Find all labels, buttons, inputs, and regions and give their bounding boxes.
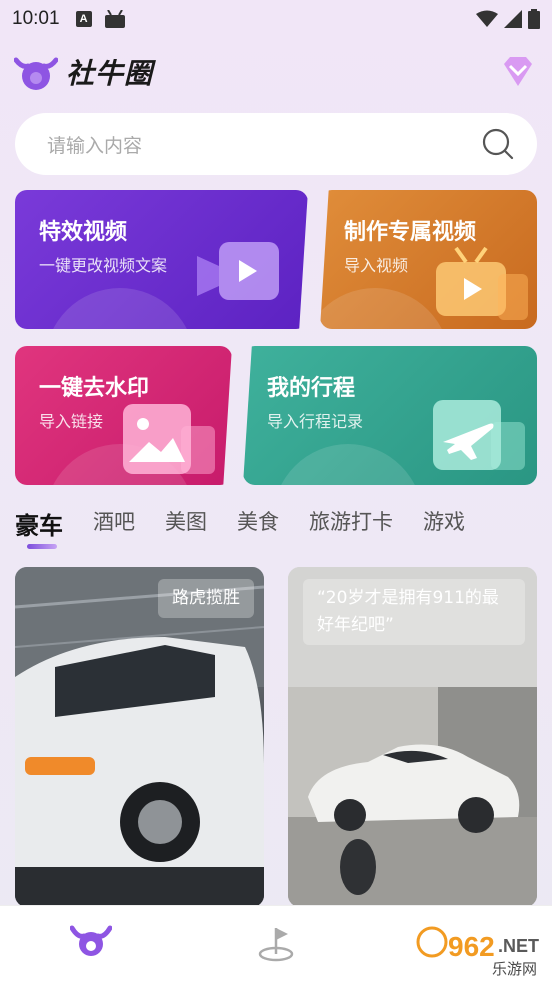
search-input[interactable]: 请输入内容 [47,131,142,158]
status-right [476,9,540,29]
vip-diamond-icon[interactable] [498,54,538,90]
tab-luxury-cars[interactable]: 豪车 [15,506,63,541]
font-notification-icon: A [75,11,92,27]
card-subtitle: 一键更改视频文案 [39,256,168,275]
tab-food[interactable]: 美食 [237,506,279,536]
site-watermark-logo: 962 .NET 乐游网 [416,926,539,978]
video-camera-icon [197,242,279,300]
make-exclusive-video-card[interactable]: 制作专属视频 导入视频 [320,190,537,329]
special-effects-video-card[interactable]: 特效视频 一键更改视频文案 [15,190,308,329]
app-header: 社牛圈 [14,44,538,100]
card-title: 制作专属视频 [344,220,477,245]
status-time: 10:01 [12,8,60,29]
category-tabs: 豪车 酒吧 美图 美食 旅游打卡 游戏 [15,506,545,556]
android-icon [104,10,125,28]
svg-text:962: 962 [448,931,495,962]
bull-logo-icon [14,57,58,90]
card-subtitle: 导入链接 [39,412,104,431]
home-bull-icon[interactable] [70,924,112,958]
feed-card[interactable]: “20岁才是拥有911的最好年纪吧” [288,567,537,907]
my-itinerary-card[interactable]: 我的行程 导入行程记录 [243,346,537,485]
feed-caption: 路虎揽胜 [158,579,254,619]
card-title: 特效视频 [39,220,128,245]
active-tab-indicator [27,544,57,549]
card-decoration [273,444,423,485]
card-decoration [320,288,450,329]
discover-flag-icon[interactable] [256,922,296,962]
remove-watermark-card[interactable]: 一键去水印 导入链接 [15,346,232,485]
tv-icon [436,246,528,320]
image-icon [123,404,215,474]
card-subtitle: 导入视频 [344,256,409,275]
card-decoration [45,288,195,329]
feed-card[interactable]: 路虎揽胜 [15,567,264,907]
feed-caption: “20岁才是拥有911的最好年纪吧” [303,579,525,646]
tab-travel-checkin[interactable]: 旅游打卡 [309,506,393,536]
card-subtitle: 导入行程记录 [267,412,364,431]
status-bar: 10:01 A [0,0,552,38]
tab-beauty-photos[interactable]: 美图 [165,506,207,536]
tab-bar[interactable]: 酒吧 [93,506,135,536]
card-title: 一键去水印 [39,376,150,401]
svg-text:乐游网: 乐游网 [492,960,537,978]
app-title: 社牛圈 [66,57,154,90]
svg-text:.NET: .NET [498,936,539,956]
signal-icon [504,10,522,28]
tab-games[interactable]: 游戏 [423,506,465,536]
battery-icon [528,9,540,29]
search-bar[interactable]: 请输入内容 [15,113,537,175]
search-icon[interactable] [481,127,515,161]
card-title: 我的行程 [267,376,356,401]
airplane-icon [433,400,525,470]
wifi-icon [476,10,498,27]
